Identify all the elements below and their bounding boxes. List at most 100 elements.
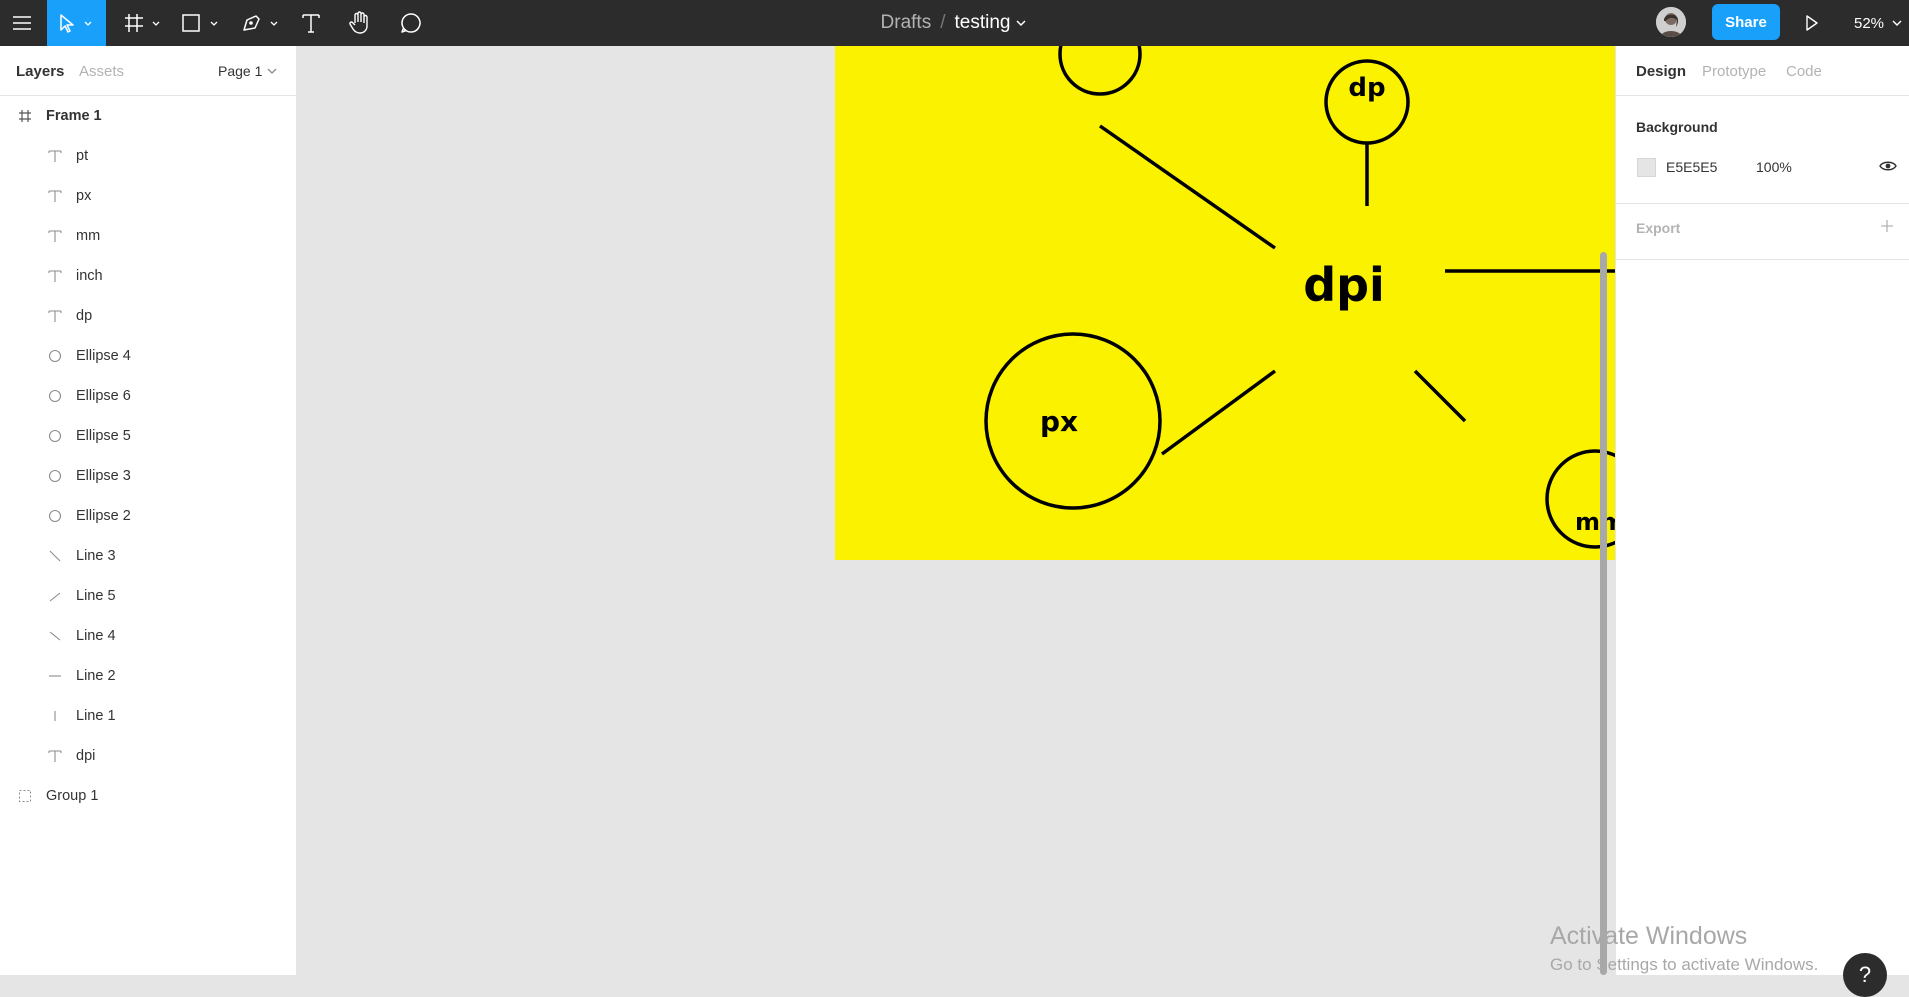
section-divider [1616,203,1909,204]
text-tool-icon[interactable] [296,0,326,46]
layer-label: Group 1 [46,788,99,804]
move-tool-button[interactable] [47,0,106,46]
pen-tool-button[interactable] [238,0,284,46]
tab-design[interactable]: Design [1636,63,1686,80]
layer-row[interactable]: Ellipse 5 [0,416,296,456]
activate-windows-subtitle: Go to Settings to activate Windows. [1550,955,1819,974]
add-export-icon[interactable] [1879,218,1895,239]
layer-row[interactable]: Group 1 [0,776,296,816]
frame-tool-icon [125,14,160,32]
present-icon[interactable] [1800,0,1824,46]
layer-row[interactable]: px [0,176,296,216]
frame-tool-button[interactable] [120,0,166,46]
frame-1[interactable]: dp dpi px mm [835,46,1615,560]
page-selector[interactable]: Page 1 [218,63,277,79]
hand-tool-icon[interactable] [344,0,376,46]
top-toolbar: Drafts / testing Share 52% [0,0,1909,46]
layers-panel: Layers Assets Page 1 Frame 1 pt px mm in… [0,46,297,975]
layer-row[interactable]: Ellipse 4 [0,336,296,376]
background-color-swatch[interactable] [1637,158,1656,177]
layer-label: Frame 1 [46,108,102,124]
frame-icon [17,108,33,124]
breadcrumb: Drafts / testing [0,0,1909,46]
label-px[interactable]: px [1040,405,1078,438]
layer-row[interactable]: Ellipse 3 [0,456,296,496]
layer-row[interactable]: Line 4 [0,616,296,656]
layer-label: Line 3 [76,548,116,564]
background-hex-input[interactable]: E5E5E5 [1666,159,1717,175]
background-section-title: Background [1636,119,1718,135]
layer-row[interactable]: mm [0,216,296,256]
group-icon [17,788,33,804]
layer-row[interactable]: Line 3 [0,536,296,576]
section-divider [1616,259,1909,260]
eye-icon[interactable] [1879,159,1897,178]
ellipse-top-left[interactable] [1058,46,1142,96]
line-3[interactable] [1098,124,1277,250]
canvas-scrollbar[interactable] [1600,252,1607,975]
layer-label: inch [76,268,103,284]
layer-label: Ellipse 6 [76,388,131,404]
layer-label: Ellipse 2 [76,508,131,524]
layer-label: dpi [76,748,96,764]
label-mm[interactable]: mm [1575,508,1615,536]
layer-row[interactable]: dp [0,296,296,336]
layer-row[interactable]: Frame 1 [0,96,296,136]
chevron-down-icon [267,68,277,74]
tab-prototype[interactable]: Prototype [1702,63,1766,80]
line-icon [47,628,63,644]
chevron-down-icon[interactable] [1014,18,1028,28]
line-icon [47,548,63,564]
layer-label: dp [76,308,93,324]
layer-row[interactable]: Ellipse 6 [0,376,296,416]
layer-label: Line 1 [76,708,116,724]
tab-assets[interactable]: Assets [79,63,124,80]
tab-code[interactable]: Code [1786,63,1822,80]
line-icon [47,668,63,684]
background-opacity-input[interactable]: 100% [1756,159,1792,175]
layer-row[interactable]: inch [0,256,296,296]
text-icon [47,268,63,284]
layer-row[interactable]: Line 2 [0,656,296,696]
canvas[interactable]: dp dpi px mm [297,46,1615,975]
line-4[interactable] [1413,369,1467,423]
breadcrumb-folder[interactable]: Drafts [881,12,932,34]
zoom-level: 52% [1854,14,1885,32]
tab-layers[interactable]: Layers [16,63,64,80]
frame-artwork: dp dpi px mm [984,46,1615,549]
ellipse-icon [47,468,63,484]
layer-label: Line 2 [76,668,116,684]
pen-tool-icon [243,15,278,31]
file-name[interactable]: testing [954,12,1010,34]
text-icon [47,188,63,204]
activate-windows-title: Activate Windows [1550,922,1748,950]
menu-icon[interactable] [0,0,44,46]
label-dpi[interactable]: dpi [1303,258,1385,312]
share-button[interactable]: Share [1712,4,1780,40]
layer-row[interactable]: Line 5 [0,576,296,616]
layer-label: mm [76,228,101,244]
text-icon [47,748,63,764]
layer-label: pt [76,148,89,164]
line-5[interactable] [1160,369,1277,456]
layer-row[interactable]: dpi [0,736,296,776]
move-tool-icon [59,14,91,33]
layer-label: Ellipse 3 [76,468,131,484]
right-panel-tabs: Design Prototype Code [1616,46,1909,96]
layer-row[interactable]: pt [0,136,296,176]
breadcrumb-separator: / [940,12,946,33]
layer-row[interactable]: Ellipse 2 [0,496,296,536]
layer-label: Line 4 [76,628,116,644]
ellipse-icon [47,508,63,524]
help-button[interactable]: ? [1843,953,1887,997]
zoom-dropdown[interactable]: 52% [1854,0,1904,46]
label-dp[interactable]: dp [1348,73,1385,103]
layer-row[interactable]: Line 1 [0,696,296,736]
left-panel-tabs: Layers Assets Page 1 [0,46,296,96]
export-section-title: Export [1636,220,1681,236]
text-icon [47,228,63,244]
avatar[interactable] [1656,7,1686,37]
comment-tool-icon[interactable] [395,0,427,46]
shape-tool-button[interactable] [178,0,224,46]
design-panel: Design Prototype Code Background E5E5E5 … [1615,46,1909,975]
